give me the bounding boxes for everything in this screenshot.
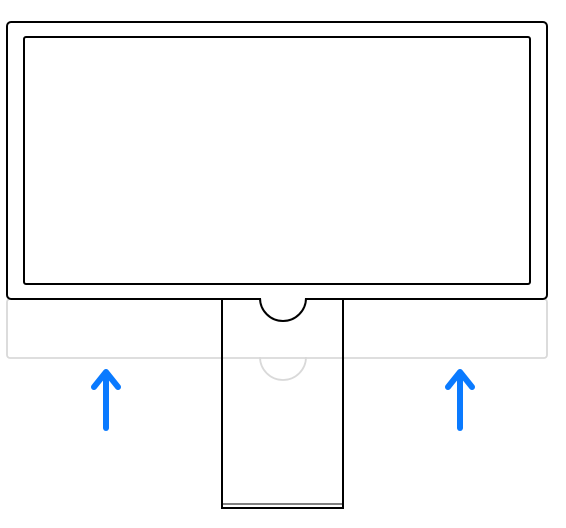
monitor-raised-position — [7, 22, 547, 321]
up-arrow-right-icon — [448, 372, 472, 428]
up-arrow-left-icon — [94, 372, 118, 428]
monitor-height-adjustment-diagram — [0, 0, 566, 528]
monitor-stand — [222, 300, 343, 508]
